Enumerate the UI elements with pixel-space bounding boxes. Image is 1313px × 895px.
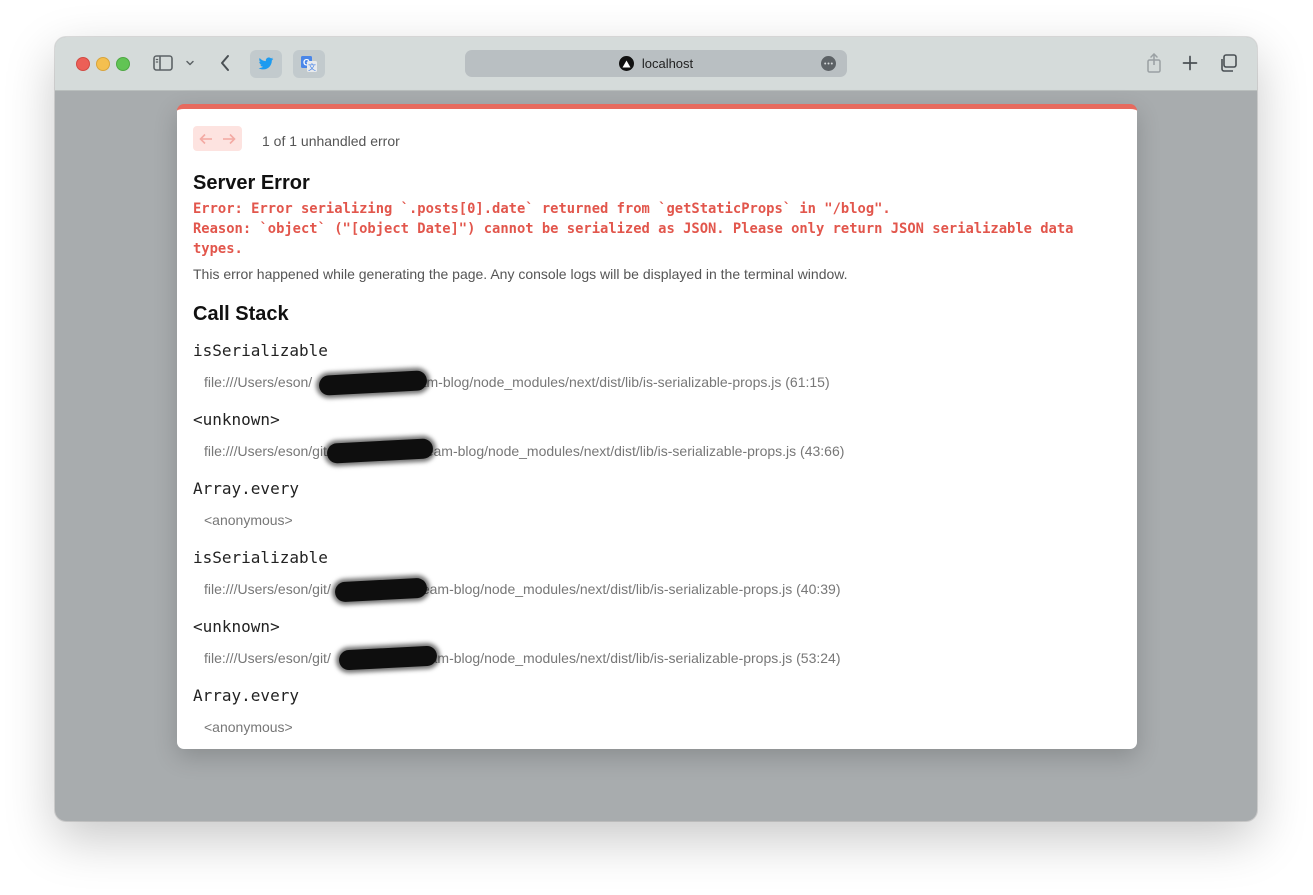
- tabs-icon[interactable]: [1217, 51, 1239, 75]
- error-message-line: Error: Error serializing `.posts[0].date…: [193, 201, 891, 217]
- zoom-window-button[interactable]: [116, 57, 130, 71]
- chevron-down-icon[interactable]: [183, 51, 197, 75]
- stack-frame-function: Array.every: [193, 479, 299, 498]
- stack-frame-function: Array.every: [193, 686, 299, 705]
- error-overlay-dialog: 1 of 1 unhandled error Server Error Erro…: [177, 104, 1137, 749]
- stack-frame-function: isSerializable: [193, 341, 328, 360]
- page-title: Server Error: [193, 172, 310, 194]
- redacted-path: [318, 370, 428, 396]
- redacted-path: [338, 645, 438, 671]
- stack-frame-location[interactable]: file:///Users/eson/git/ front-team-blog/…: [204, 650, 841, 666]
- redacted-path: [334, 577, 428, 603]
- stack-frame-function: isSerializable: [193, 548, 328, 567]
- error-navigation: [193, 126, 242, 151]
- stack-frame-location[interactable]: file:///Users/eson/git/ front-team-blog/…: [204, 443, 844, 459]
- plus-icon[interactable]: [1180, 51, 1200, 75]
- next-error-arrow-icon[interactable]: [220, 130, 238, 148]
- stack-frame-function: <unknown>: [193, 617, 280, 636]
- error-reason-line: Reason: `object` ("[object Date]") canno…: [193, 221, 1074, 237]
- close-window-button[interactable]: [76, 57, 90, 71]
- more-icon[interactable]: [821, 56, 836, 71]
- back-icon[interactable]: [215, 51, 235, 75]
- address-bar[interactable]: localhost: [465, 50, 847, 77]
- twitter-icon[interactable]: [250, 50, 282, 78]
- redacted-path: [326, 438, 434, 464]
- svg-text:文: 文: [308, 62, 316, 72]
- stack-frame-location: <anonymous>: [204, 512, 293, 528]
- error-description: This error happened while generating the…: [193, 266, 848, 282]
- stack-frame-location: <anonymous>: [204, 719, 293, 735]
- error-reason-continuation: types.: [193, 241, 243, 257]
- stack-frame-location[interactable]: file:///Users/eson/ front-team-blog/node…: [204, 374, 830, 390]
- address-text: localhost: [641, 56, 694, 71]
- share-icon[interactable]: [1144, 51, 1164, 75]
- translate-icon[interactable]: G文: [293, 50, 325, 78]
- sidebar-icon[interactable]: [151, 51, 175, 75]
- browser-toolbar: G文 localhost: [55, 37, 1257, 91]
- previous-error-arrow-icon[interactable]: [197, 130, 215, 148]
- site-favicon-icon: [618, 56, 634, 71]
- stack-frame-function: <unknown>: [193, 410, 280, 429]
- call-stack-title: Call Stack: [193, 303, 289, 325]
- minimize-window-button[interactable]: [96, 57, 110, 71]
- stack-frame-location[interactable]: file:///Users/eson/git/ front-team-blog/…: [204, 581, 841, 597]
- error-count-label: 1 of 1 unhandled error: [262, 133, 400, 149]
- browser-window: G文 localhost 1 of 1 unhandled error Serv…: [55, 37, 1257, 821]
